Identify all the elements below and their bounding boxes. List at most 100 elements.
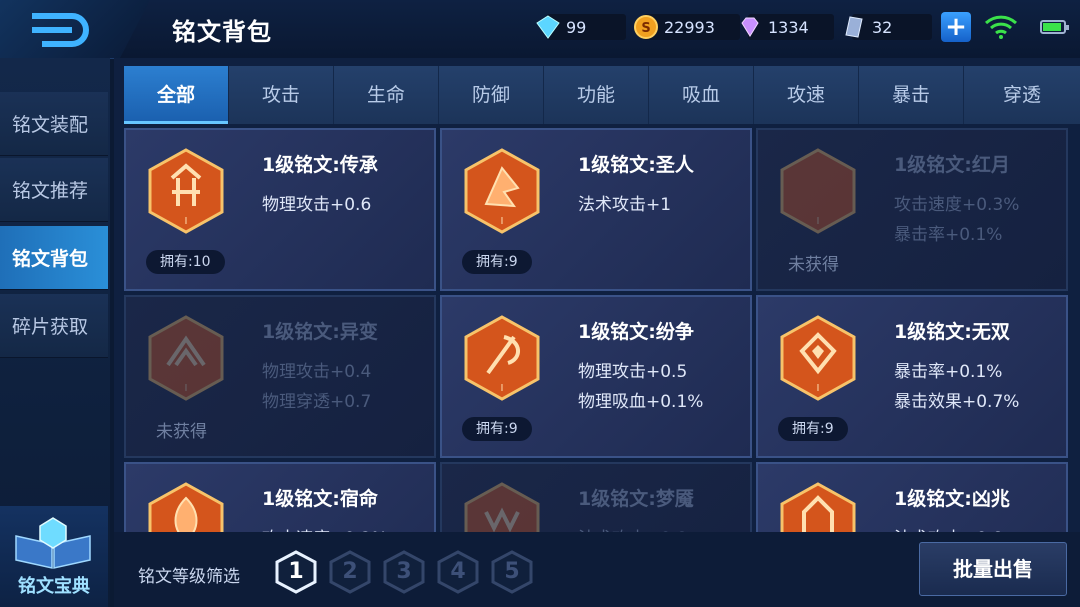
owned-badge: 拥有:10 bbox=[146, 250, 225, 274]
svg-text:I: I bbox=[817, 383, 820, 394]
main-content: 全部 攻击 生命 防御 功能 吸血 攻速 暴击 穿透 I 1级铭文:传承 物理攻… bbox=[114, 58, 1080, 607]
tab-defense[interactable]: 防御 bbox=[439, 66, 544, 124]
resource-gold: S 22993 bbox=[634, 14, 740, 40]
gold-count: 22993 bbox=[664, 17, 715, 37]
resource-crystal: 32 bbox=[845, 14, 932, 40]
svg-text:I: I bbox=[185, 383, 188, 394]
level-number: 4 bbox=[450, 559, 466, 584]
svg-text:I: I bbox=[501, 216, 504, 227]
rune-stat: 法术攻击+1 bbox=[578, 195, 672, 215]
level-filter-1[interactable]: 1 bbox=[274, 550, 318, 594]
rune-stat: 暴击率+0.1% bbox=[894, 362, 1003, 382]
level-number: 5 bbox=[504, 559, 520, 584]
rune-name: 1级铭文:圣人 bbox=[578, 154, 694, 176]
rune-card[interactable]: I 1级铭文:纷争 物理攻击+0.5 物理吸血+0.1% 拥有:9 bbox=[440, 295, 752, 458]
page-title: 铭文背包 bbox=[172, 18, 272, 46]
crystal-icon bbox=[842, 15, 866, 39]
battery-icon bbox=[1040, 20, 1069, 34]
gold-coin-icon: S bbox=[634, 15, 658, 39]
sidebar-item-backpack[interactable]: 铭文背包 bbox=[0, 226, 108, 290]
rune-card[interactable]: I 1级铭文:圣人 法术攻击+1 拥有:9 bbox=[440, 128, 752, 291]
tab-health[interactable]: 生命 bbox=[334, 66, 439, 124]
rune-grid: I 1级铭文:传承 物理攻击+0.6 拥有:10 I 1级铭文:圣人 法术攻击+… bbox=[124, 128, 1080, 532]
tab-attack[interactable]: 攻击 bbox=[229, 66, 334, 124]
rune-name: 1级铭文:异变 bbox=[262, 321, 378, 343]
rune-stat: 物理攻击+0.4 bbox=[262, 362, 372, 382]
rune-sage-icon: I bbox=[464, 148, 540, 234]
owned-badge: 拥有:9 bbox=[462, 250, 532, 274]
resource-gem: 1334 bbox=[741, 14, 834, 40]
owned-badge: 拥有:9 bbox=[778, 417, 848, 441]
level-filter-5[interactable]: 5 bbox=[490, 550, 534, 594]
rune-card[interactable]: 1级铭文:宿命 攻击速度+0.2% bbox=[124, 462, 436, 532]
rune-card[interactable]: 1级铭文:梦魇 法术攻击+0.8 bbox=[440, 462, 752, 532]
bulk-sell-button[interactable]: 批量出售 bbox=[919, 542, 1067, 596]
level-number: 3 bbox=[396, 559, 412, 584]
resource-diamond: 99 bbox=[536, 14, 626, 40]
not-obtained-label: 未获得 bbox=[788, 255, 839, 275]
gem-icon bbox=[738, 15, 762, 39]
level-filter-2[interactable]: 2 bbox=[328, 550, 372, 594]
sidebar: 铭文装配 铭文推荐 铭文背包 碎片获取 铭文宝典 bbox=[0, 58, 110, 607]
rune-nightmare-icon bbox=[464, 482, 540, 532]
codex-button[interactable]: 铭文宝典 bbox=[0, 506, 108, 607]
rune-card[interactable]: 1级铭文:凶兆 法术攻击+0.8 bbox=[756, 462, 1068, 532]
add-currency-button[interactable]: + bbox=[941, 12, 971, 42]
rune-mutation-icon: I bbox=[148, 315, 224, 401]
tab-crit[interactable]: 暴击 bbox=[859, 66, 964, 124]
diamond-icon bbox=[536, 15, 560, 39]
sidebar-item-equip[interactable]: 铭文装配 bbox=[0, 92, 108, 156]
rune-peerless-icon: I bbox=[780, 315, 856, 401]
rune-stat: 攻击速度+0.3% bbox=[894, 195, 1020, 215]
svg-text:I: I bbox=[185, 216, 188, 227]
not-obtained-label: 未获得 bbox=[156, 422, 207, 442]
rune-card[interactable]: I 1级铭文:传承 物理攻击+0.6 拥有:10 bbox=[124, 128, 436, 291]
rune-strife-icon: I bbox=[464, 315, 540, 401]
rune-stat: 物理穿透+0.7 bbox=[262, 392, 372, 412]
level-filter-3[interactable]: 3 bbox=[382, 550, 426, 594]
top-bar: 铭文背包 99 S 22993 1334 32 + bbox=[0, 0, 1080, 59]
rune-destiny-icon bbox=[148, 482, 224, 532]
crystal-count: 32 bbox=[872, 17, 893, 37]
back-arrow-icon bbox=[32, 13, 89, 47]
rune-card[interactable]: I 1级铭文:红月 攻击速度+0.3% 暴击率+0.1% 未获得 bbox=[756, 128, 1068, 291]
tab-all[interactable]: 全部 bbox=[124, 66, 229, 124]
rune-card[interactable]: I 1级铭文:无双 暴击率+0.1% 暴击效果+0.7% 拥有:9 bbox=[756, 295, 1068, 458]
rune-stat: 物理攻击+0.6 bbox=[262, 195, 372, 215]
sidebar-item-fragments[interactable]: 碎片获取 bbox=[0, 294, 108, 358]
tab-lifesteal[interactable]: 吸血 bbox=[649, 66, 754, 124]
rune-name: 1级铭文:凶兆 bbox=[894, 488, 1010, 510]
rune-stat: 暴击效果+0.7% bbox=[894, 392, 1020, 412]
rune-heritage-icon: I bbox=[148, 148, 224, 234]
rune-stat: 物理吸血+0.1% bbox=[578, 392, 704, 412]
book-icon bbox=[15, 517, 91, 569]
category-tabs: 全部 攻击 生命 防御 功能 吸血 攻速 暴击 穿透 bbox=[124, 66, 1080, 124]
rune-stat: 法术攻击+0.8 bbox=[578, 524, 687, 532]
rune-red-moon-icon: I bbox=[780, 148, 856, 234]
rune-stat: 物理攻击+0.5 bbox=[578, 362, 688, 382]
rune-name: 1级铭文:传承 bbox=[262, 154, 378, 176]
level-number: 2 bbox=[342, 559, 358, 584]
level-number: 1 bbox=[288, 559, 304, 584]
level-filter-label: 铭文等级筛选 bbox=[138, 567, 240, 587]
back-button[interactable] bbox=[0, 0, 150, 58]
rune-name: 1级铭文:宿命 bbox=[262, 488, 378, 510]
tab-attack-speed[interactable]: 攻速 bbox=[754, 66, 859, 124]
sidebar-item-recommend[interactable]: 铭文推荐 bbox=[0, 158, 108, 222]
rune-name: 1级铭文:梦魇 bbox=[578, 488, 694, 510]
bottom-bar: 铭文等级筛选 1 2 3 4 5 批量出售 bbox=[114, 532, 1080, 607]
rune-name: 1级铭文:无双 bbox=[894, 321, 1010, 343]
rune-stat: 攻击速度+0.2% bbox=[262, 524, 387, 532]
rune-stat: 法术攻击+0.8 bbox=[894, 524, 1003, 532]
rune-name: 1级铭文:红月 bbox=[894, 154, 1010, 176]
gem-count: 1334 bbox=[768, 17, 809, 37]
tab-utility[interactable]: 功能 bbox=[544, 66, 649, 124]
diamond-count: 99 bbox=[566, 17, 587, 37]
svg-text:I: I bbox=[817, 216, 820, 227]
svg-text:S: S bbox=[641, 21, 650, 36]
codex-label: 铭文宝典 bbox=[18, 576, 90, 597]
level-filter-4[interactable]: 4 bbox=[436, 550, 480, 594]
rune-name: 1级铭文:纷争 bbox=[578, 321, 694, 343]
tab-penetration[interactable]: 穿透 bbox=[964, 66, 1080, 124]
rune-card[interactable]: I 1级铭文:异变 物理攻击+0.4 物理穿透+0.7 未获得 bbox=[124, 295, 436, 458]
